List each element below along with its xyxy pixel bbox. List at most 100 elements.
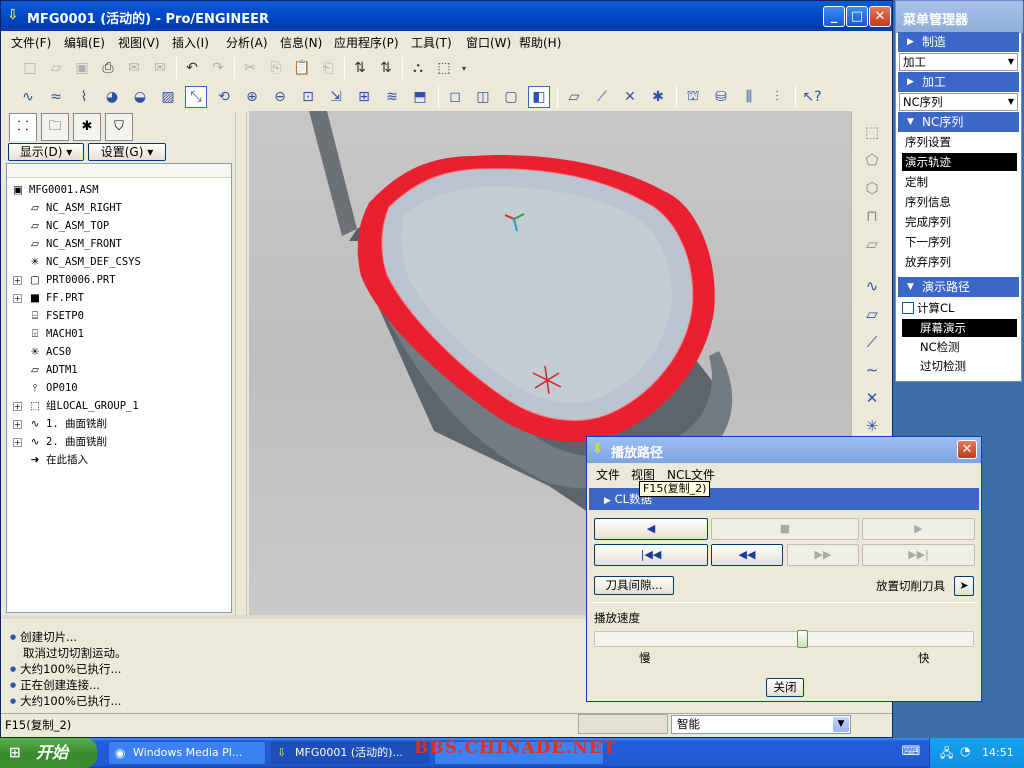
tree-node[interactable]: ⌸ FSETP0 <box>28 307 84 325</box>
compute-cl-checkbox[interactable]: 计算CL <box>902 300 954 316</box>
feature-icon-3[interactable]: ⬡ <box>861 179 883 201</box>
context-help-icon[interactable]: ↖? <box>801 86 823 108</box>
tree-node[interactable]: ➜ 在此插入 <box>28 451 88 469</box>
menu-window[interactable]: 窗口(W) <box>466 34 511 51</box>
feature-icon-5[interactable]: ⏥ <box>861 235 883 257</box>
model-tree[interactable]: ▣ MFG0001.ASM ▱ NC_ASM_RIGHT ▱ NC_ASM_TOP ▱ NC_… <box>6 163 232 613</box>
csys-icon[interactable]: ∿ <box>17 86 39 108</box>
view-manager-icon[interactable]: ▨ <box>157 86 179 108</box>
tree-node[interactable]: ■ FF.PRT <box>28 289 84 307</box>
volume-icon[interactable]: ◔ <box>960 744 970 758</box>
dialog-menu-file[interactable]: 文件 <box>596 466 620 483</box>
expand-toggle[interactable]: + <box>13 294 22 303</box>
keyboard-icon[interactable]: ⌨ <box>900 744 922 762</box>
redo-icon[interactable]: ↷ <box>207 57 229 79</box>
close-button[interactable]: ✕ <box>869 6 891 27</box>
rewind-to-start-button[interactable]: |◀◀ <box>594 544 708 566</box>
place-tool-button[interactable]: ➤ <box>954 576 974 596</box>
tool-icon[interactable]: ⫼ <box>738 86 760 108</box>
task-proengineer[interactable]: ⇩ MFG0001 (活动的)... <box>270 741 430 765</box>
maximize-button[interactable]: □ <box>846 6 868 27</box>
start-button[interactable]: ⊞ 开始 <box>0 738 97 768</box>
network-icon[interactable]: 🖧 <box>940 744 953 765</box>
no-hidden-icon[interactable]: ▢ <box>500 86 522 108</box>
point-display-icon[interactable]: ✕ <box>619 86 641 108</box>
datum-curve-icon[interactable]: ∼ <box>861 361 883 383</box>
copy-icon[interactable]: ⎘ <box>265 57 287 79</box>
zoom-in-icon[interactable]: ⊕ <box>241 86 263 108</box>
paste-icon[interactable]: 📋 <box>291 57 313 79</box>
close-dialog-button[interactable]: 关闭 <box>766 678 804 697</box>
datum-plane-icon[interactable]: ▱ <box>861 305 883 327</box>
nc-seq-select[interactable]: NC序列 ▼ <box>899 93 1018 111</box>
minimize-button[interactable]: _ <box>823 6 845 27</box>
datum-axis-icon[interactable]: ⟋ <box>861 333 883 355</box>
feature-icon-4[interactable]: ⊓ <box>861 207 883 229</box>
regen-manager-icon[interactable]: ⇅ <box>375 57 397 79</box>
play-backward-button[interactable]: ◀ <box>594 518 708 540</box>
chevron-down-icon[interactable]: ▾ <box>459 57 469 79</box>
expand-toggle[interactable]: + <box>13 402 22 411</box>
menu-demo-path[interactable]: ▼ 演示路径 <box>898 277 1019 297</box>
tool-clearance-button[interactable]: 刀具间隙... <box>594 576 674 595</box>
layer-tab[interactable]: ⛉ <box>105 113 133 141</box>
menu-tools[interactable]: 工具(T) <box>411 34 452 51</box>
forward-to-end-button[interactable]: ▶▶| <box>862 544 975 566</box>
datum-plane-display-icon[interactable]: ⏥ <box>563 86 585 108</box>
tree-node[interactable]: ✳ NC_ASM_DEF_CSYS <box>28 253 141 271</box>
undo-icon[interactable]: ↶ <box>181 57 203 79</box>
cut-icon[interactable]: ✂ <box>239 57 261 79</box>
panel-splitter[interactable] <box>235 111 247 615</box>
new-icon[interactable]: □ <box>19 57 41 79</box>
expand-toggle[interactable]: + <box>13 438 22 447</box>
menu-machining[interactable]: ▶ 加工 <box>898 72 1019 92</box>
menu-info[interactable]: 信息(N) <box>280 34 322 51</box>
menu-edit[interactable]: 编辑(E) <box>64 34 105 51</box>
menu-manufacture[interactable]: ▶ 制造 <box>898 32 1019 52</box>
settings-dropdown[interactable]: 设置(G) ▾ <box>88 143 166 161</box>
orient-icon[interactable]: ⤡ <box>185 86 207 108</box>
datum-point-icon[interactable]: ✕ <box>861 389 883 411</box>
wireframe-icon[interactable]: ◻ <box>444 86 466 108</box>
cl-data-icon[interactable]: ⫶ <box>766 86 788 108</box>
menu-help[interactable]: 帮助(H) <box>519 34 561 51</box>
workpiece-icon[interactable]: ⛁ <box>710 86 732 108</box>
refit-icon[interactable]: ⊡ <box>297 86 319 108</box>
stop-button[interactable]: ■ <box>711 518 859 540</box>
model-tree-tab[interactable]: ⸬ <box>9 113 37 141</box>
email-icon[interactable]: ✉ <box>123 57 145 79</box>
shading-icon[interactable]: ◧ <box>528 86 550 108</box>
display-dropdown[interactable]: 显示(D) ▾ <box>8 143 84 161</box>
mfg-setup-icon[interactable]: ⛫ <box>682 86 704 108</box>
menu-nc-sequence[interactable]: ▼ NC序列 <box>898 112 1019 132</box>
tree-node[interactable]: ▱ ADTM1 <box>28 361 78 379</box>
checkbox-box[interactable] <box>902 302 914 314</box>
sketch-curve-icon[interactable]: ∿ <box>861 277 883 299</box>
step-forward-button[interactable]: ▶▶ <box>787 544 859 566</box>
speed-slider[interactable] <box>594 630 974 648</box>
demo-path-item[interactable]: NC检测 <box>902 338 1017 356</box>
open-icon[interactable]: ▱ <box>45 57 67 79</box>
nc-item[interactable]: 定制 <box>902 173 1017 191</box>
feature-icon-2[interactable]: ⬠ <box>861 151 883 173</box>
machining-select[interactable]: 加工 ▼ <box>899 53 1018 71</box>
nc-item[interactable]: 放弃序列 <box>902 253 1017 271</box>
tree-node[interactable]: ▱ NC_ASM_TOP <box>28 217 109 235</box>
step-back-button[interactable]: ◀◀ <box>711 544 783 566</box>
spin-center-icon[interactable]: ⌇ <box>73 86 95 108</box>
print-icon[interactable]: ⎙ <box>97 57 119 79</box>
favorites-tab[interactable]: ✱ <box>73 113 101 141</box>
tree-node[interactable]: ▣ MFG0001.ASM <box>11 181 99 199</box>
repaint-icon[interactable]: ⬒ <box>409 86 431 108</box>
nc-item[interactable]: 演示轨迹 <box>902 153 1017 171</box>
dialog-title-bar[interactable]: ⇩ 播放路径 ✕ <box>587 437 981 463</box>
regenerate-icon[interactable]: ⇅ <box>349 57 371 79</box>
select-box-icon[interactable]: ⬚ <box>433 57 455 79</box>
menu-analysis[interactable]: 分析(A) <box>226 34 268 51</box>
menu-file[interactable]: 文件(F) <box>11 34 51 51</box>
menu-insert[interactable]: 插入(I) <box>172 34 209 51</box>
tree-node[interactable]: ⌹ MACH01 <box>28 325 84 343</box>
filter-select[interactable]: 智能 ▼ <box>671 715 851 734</box>
nc-item[interactable]: 序列设置 <box>902 133 1017 151</box>
task-media-player[interactable]: ◉ Windows Media Pl... <box>108 741 266 765</box>
